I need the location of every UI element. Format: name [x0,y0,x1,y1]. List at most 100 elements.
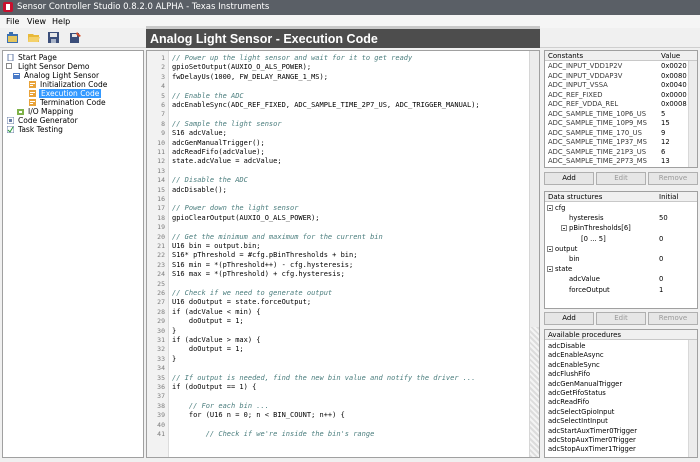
collapse-icon[interactable] [561,225,567,232]
collapse-icon[interactable] [547,266,553,273]
code-line[interactable]: // Get the minimum and maximum for the c… [172,233,383,242]
tree-item-execution-code[interactable]: Execution Code [29,89,139,98]
data-structure-row[interactable]: adcValue 0 [545,275,697,284]
code-line[interactable]: // Check if we're inside the bin's range [172,430,375,439]
procedure-item[interactable]: adcSelectGpioInput [548,408,614,416]
editor-scrollbar[interactable] [529,51,539,457]
data-structure-row[interactable]: forceOutput 1 [545,286,697,295]
data-structures-add-button[interactable]: Add [544,312,594,325]
code-line[interactable]: if (adcValue < min) { [172,308,261,317]
constants-row[interactable]: ADC_SAMPLE_TIME_170_US 9 [545,129,697,137]
collapse-icon[interactable] [547,245,553,252]
code-line[interactable]: adcDisable(); [172,186,227,195]
data-structure-row[interactable]: pBinThresholds[6] [545,224,697,233]
constants-row[interactable]: ADC_SAMPLE_TIME_10P6_US 5 [545,110,697,118]
data-structure-row[interactable]: state [545,265,697,274]
tree-item-termination-code[interactable]: Termination Code [29,98,139,107]
code-line[interactable]: // If output is needed, find the new bin… [172,374,475,383]
constants-row[interactable]: ADC_INPUT_VSSA 0x0040 [545,81,697,89]
page-title: Analog Light Sensor - Execution Code [150,32,378,46]
data-structure-initial-value: 0 [659,234,664,243]
menu-view[interactable]: View [27,16,46,27]
constants-edit-button[interactable]: Edit [596,172,646,185]
procedure-item[interactable]: adcEnableAsync [548,351,604,359]
constants-row[interactable]: ADC_SAMPLE_TIME_2P73_MS 13 [545,157,697,165]
procedure-item[interactable]: adcStopAuxTimer1Trigger [548,445,636,453]
code-line[interactable]: // Sample the light sensor [172,120,282,129]
line-number: 18 [157,213,165,222]
save-as-icon[interactable] [68,31,82,44]
procedures-scrollbar[interactable] [688,340,697,457]
code-editor[interactable]: 1 2 3 4 5 6 7 8 9 10 11 12 13 14 15 16 17 18 19 20 21 22 23 24 2… [146,50,540,458]
code-line[interactable]: } [172,327,176,336]
code-line[interactable]: fwDelayUs(1000, FW_DELAY_RANGE_1_MS); [172,73,328,82]
code-line[interactable]: // Power down the light sensor [172,204,298,213]
data-structure-row[interactable]: cfg [545,204,697,213]
constants-remove-button[interactable]: Remove [648,172,698,185]
code-line[interactable]: doOutput = 1; [172,345,244,354]
tree-item-initialization-code[interactable]: Initialization Code [29,80,139,89]
code-line[interactable]: U16 bin = output.bin; [172,242,261,251]
data-structure-row[interactable]: bin 0 [545,255,697,264]
data-structure-row[interactable]: hysteresis 50 [545,214,697,223]
constants-row[interactable]: ADC_SAMPLE_TIME_21P3_US 6 [545,148,697,156]
constants-scrollbar[interactable] [688,61,697,167]
code-line[interactable]: adcReadFifo(adcValue); [172,148,265,157]
code-line[interactable]: // Disable the ADC [172,176,248,185]
tree-item-start-page[interactable]: Start Page [5,53,135,62]
code-line[interactable]: } [172,355,176,364]
constants-row[interactable]: ADC_INPUT_VDD1P2V 0x0020 [545,62,697,70]
code-line[interactable]: doOutput = 1; [172,317,244,326]
collapse-icon[interactable] [6,63,12,69]
tree-item-code-generator[interactable]: Code Generator [5,116,135,125]
code-line[interactable]: U16 doOutput = state.forceOutput; [172,298,311,307]
code-line[interactable]: // Enable the ADC [172,92,244,101]
procedure-item[interactable]: adcDisable [548,342,585,350]
menu-help[interactable]: Help [52,16,70,27]
procedure-item[interactable]: adcStopAuxTimer0Trigger [548,436,636,444]
code-line[interactable]: S16 max = *(pThreshold) + cfg.hysteresis… [172,270,345,279]
procedure-item[interactable]: adcGetFifoStatus [548,389,606,397]
data-structure-row[interactable]: [0 ... 5] 0 [545,234,697,244]
tree-item-light-sensor-demo[interactable]: Light Sensor Demo [5,62,135,71]
line-number: 32 [157,345,165,354]
procedure-item[interactable]: adcGenManualTrigger [548,380,622,388]
constants-row[interactable]: ADC_SAMPLE_TIME_10P9_MS 15 [545,119,697,127]
code-line[interactable]: // Power up the light sensor and wait fo… [172,54,412,63]
procedure-item[interactable]: adcStartAuxTimer0Trigger [548,427,637,435]
constants-add-button[interactable]: Add [544,172,594,185]
data-structures-edit-button[interactable]: Edit [596,312,646,325]
tree-item-analog-light-sensor[interactable]: Analog Light Sensor [13,71,137,80]
code-line[interactable]: for (U16 n = 0; n < BIN_COUNT; n++) { [172,411,345,420]
constants-row[interactable]: ADC_INPUT_VDDAP3V 0x0080 [545,72,697,80]
tree-item-io-mapping[interactable]: I/O Mapping [17,107,137,116]
data-structure-row[interactable]: output [545,245,697,254]
code-line[interactable]: state.adcValue = adcValue; [172,157,282,166]
code-line[interactable]: adcGenManualTrigger(); [172,139,265,148]
tree-item-task-testing[interactable]: Task Testing [5,125,135,134]
collapse-icon[interactable] [547,205,553,211]
new-project-icon[interactable] [6,31,20,44]
code-line[interactable]: // Check if we need to generate output [172,289,332,298]
code-line[interactable]: S16 min = *(pThreshold++) - cfg.hysteres… [172,261,353,270]
code-line[interactable]: gpioSetOutput(AUXIO_O_ALS_POWER); [172,63,311,72]
data-structures-remove-button[interactable]: Remove [648,312,698,325]
code-line[interactable]: if (adcValue > max) { [172,336,261,345]
procedure-item[interactable]: adcSelectIntInput [548,417,608,425]
code-line[interactable]: if (doOutput == 1) { [172,383,256,392]
procedure-item[interactable]: adcFlushFifo [548,370,590,378]
save-icon[interactable] [47,31,61,44]
procedure-item[interactable]: adcReadFifo [548,398,589,406]
code-line[interactable]: S16* pThreshold = #cfg.pBinThresholds + … [172,251,357,260]
open-folder-icon[interactable] [27,31,41,44]
line-number: 23 [157,260,165,269]
constants-row[interactable]: ADC_REF_VDDA_REL 0x0008 [545,100,697,108]
procedure-item[interactable]: adcEnableSync [548,361,600,369]
code-line[interactable]: S16 adcValue; [172,129,227,138]
code-line[interactable]: gpioClearOutput(AUXIO_O_ALS_POWER); [172,214,320,223]
constants-row[interactable]: ADC_REF_FIXED 0x0000 [545,91,697,99]
constants-row[interactable]: ADC_SAMPLE_TIME_1P37_MS 12 [545,138,697,146]
code-line[interactable]: adcEnableSync(ADC_REF_FIXED, ADC_SAMPLE_… [172,101,480,110]
menu-file[interactable]: File [6,16,19,27]
code-line[interactable]: // For each bin ... [172,402,269,411]
